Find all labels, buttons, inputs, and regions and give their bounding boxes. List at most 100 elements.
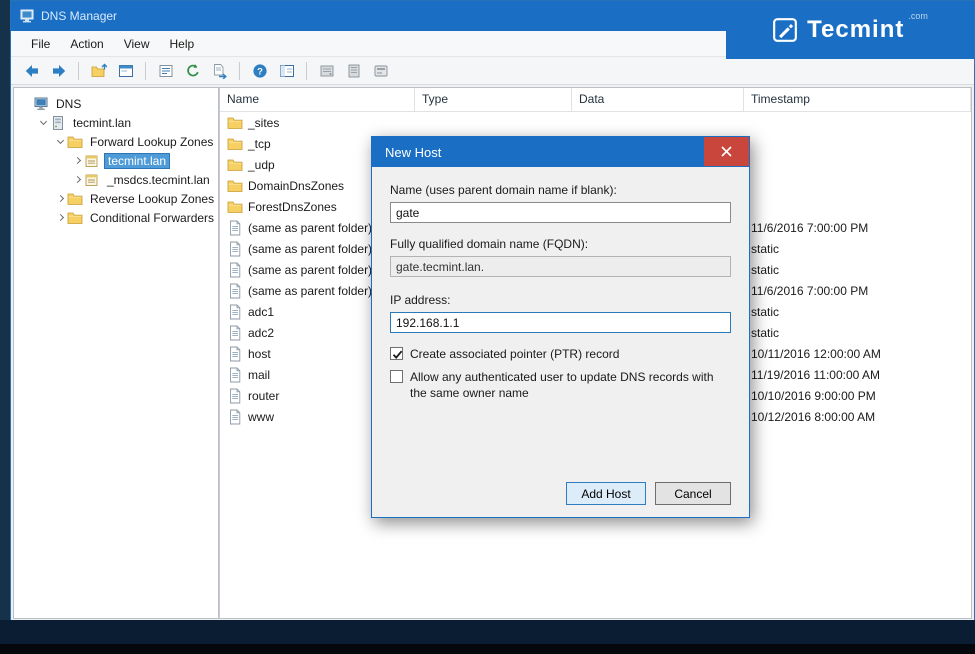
chevron-right-icon[interactable]	[71, 155, 83, 167]
help-icon[interactable]: ?	[247, 60, 272, 82]
tree-item-forward-lookup-zones[interactable]: Forward Lookup Zones	[14, 132, 218, 151]
record-timestamp	[744, 133, 971, 154]
folder-icon	[67, 191, 83, 207]
server-record-2-icon[interactable]	[341, 60, 366, 82]
column-header-timestamp[interactable]: Timestamp	[744, 88, 971, 111]
console-window-icon[interactable]	[113, 60, 138, 82]
cancel-button[interactable]: Cancel	[655, 482, 731, 505]
record-name: (same as parent folder)	[248, 242, 372, 256]
ptr-record-checkbox[interactable]: Create associated pointer (PTR) record	[390, 346, 731, 362]
add-host-button[interactable]: Add Host	[566, 482, 646, 505]
column-header-name[interactable]: Name	[220, 88, 415, 111]
no-chevron	[20, 98, 32, 110]
ip-address-label: IP address:	[390, 293, 731, 307]
record-name: adc1	[248, 305, 274, 319]
folder-icon	[227, 199, 243, 215]
dns-manager-window: DNS Manager Tecmint .com FileActionViewH…	[10, 0, 975, 622]
zone-icon	[84, 153, 100, 169]
tree-item-tecmint-lan[interactable]: tecmint.lan	[14, 151, 218, 170]
checkbox-unchecked-icon	[390, 370, 403, 383]
folder-icon	[227, 136, 243, 152]
refresh-icon[interactable]	[180, 60, 205, 82]
folder-icon	[67, 210, 83, 226]
tecmint-logo: Tecmint .com	[726, 1, 974, 59]
folder-icon	[67, 134, 83, 150]
menu-action[interactable]: Action	[60, 31, 113, 56]
svg-text:?: ?	[257, 66, 263, 77]
record-name: (same as parent folder)	[248, 284, 372, 298]
record-icon	[227, 262, 243, 278]
forward-icon[interactable]	[46, 60, 71, 82]
ip-address-input[interactable]	[390, 312, 731, 333]
close-icon	[721, 146, 732, 157]
tree-item-tecmint-lan[interactable]: tecmint.lan	[14, 113, 218, 132]
back-icon[interactable]	[19, 60, 44, 82]
authenticated-update-checkbox[interactable]: Allow any authenticated user to update D…	[390, 369, 731, 401]
chevron-right-icon[interactable]	[54, 212, 66, 224]
dialog-title-bar[interactable]: New Host	[372, 137, 749, 167]
record-timestamp: static	[744, 259, 971, 280]
record-icon	[227, 388, 243, 404]
record-icon	[227, 220, 243, 236]
menu-file[interactable]: File	[21, 31, 60, 56]
properties-icon[interactable]	[153, 60, 178, 82]
record-timestamp: 11/6/2016 7:00:00 PM	[744, 217, 971, 238]
tree-item-reverse-lookup-zones[interactable]: Reverse Lookup Zones	[14, 189, 218, 208]
host-name-label: Name (uses parent domain name if blank):	[390, 183, 731, 197]
desktop-strip	[0, 620, 975, 644]
record-timestamp	[744, 175, 971, 196]
record-name: router	[248, 389, 279, 403]
tree-item-conditional-forwarders[interactable]: Conditional Forwarders	[14, 208, 218, 227]
tree-item--msdcs-tecmint-lan[interactable]: _msdcs.tecmint.lan	[14, 170, 218, 189]
record-name: adc2	[248, 326, 274, 340]
toolbar-separator	[145, 62, 146, 80]
taskbar-strip	[0, 644, 975, 654]
column-header-type[interactable]: Type	[415, 88, 572, 111]
list-header: Name Type Data Timestamp	[220, 88, 971, 112]
monitor-icon	[33, 96, 49, 112]
record-timestamp: static	[744, 322, 971, 343]
record-icon	[227, 409, 243, 425]
folder-nav-icon[interactable]	[86, 60, 111, 82]
brand-name: Tecmint	[807, 16, 904, 44]
close-button[interactable]	[704, 137, 749, 166]
tree-item-dns[interactable]: DNS	[14, 94, 218, 113]
toolbar-separator	[78, 62, 79, 80]
menu-view[interactable]: View	[114, 31, 160, 56]
tree-item-label: Reverse Lookup Zones	[87, 191, 217, 207]
server-record-3-icon[interactable]	[368, 60, 393, 82]
column-header-data[interactable]: Data	[572, 88, 744, 111]
record-data	[572, 112, 744, 133]
chevron-right-icon[interactable]	[71, 174, 83, 186]
fqdn-label: Fully qualified domain name (FQDN):	[390, 237, 731, 251]
chevron-down-icon[interactable]	[37, 117, 49, 129]
record-timestamp: static	[744, 301, 971, 322]
menu-help[interactable]: Help	[160, 31, 205, 56]
chevron-down-icon[interactable]	[54, 136, 66, 148]
server-record-1-icon[interactable]	[314, 60, 339, 82]
folder-icon	[227, 178, 243, 194]
dialog-title: New Host	[385, 145, 441, 160]
folder-icon	[227, 157, 243, 173]
dialog-body: Name (uses parent domain name if blank):…	[372, 167, 749, 518]
console-tree-icon[interactable]	[274, 60, 299, 82]
record-timestamp: static	[744, 238, 971, 259]
tree-item-label: tecmint.lan	[70, 115, 134, 131]
record-name: host	[248, 347, 271, 361]
table-row[interactable]: _sites	[220, 112, 971, 133]
toolbar-separator	[239, 62, 240, 80]
tree-item-label: Conditional Forwarders	[87, 210, 217, 226]
record-name: _udp	[248, 158, 275, 172]
chevron-right-icon[interactable]	[54, 193, 66, 205]
host-name-input[interactable]	[390, 202, 731, 223]
export-list-icon[interactable]	[207, 60, 232, 82]
record-timestamp	[744, 154, 971, 175]
folder-icon	[227, 115, 243, 131]
tree-item-label: _msdcs.tecmint.lan	[104, 172, 213, 188]
record-name: mail	[248, 368, 270, 382]
brand-suffix: .com	[908, 11, 928, 21]
record-icon	[227, 367, 243, 383]
record-timestamp: 10/12/2016 8:00:00 AM	[744, 406, 971, 427]
record-name-cell: _sites	[220, 112, 415, 133]
tree-item-label: Forward Lookup Zones	[87, 134, 216, 150]
